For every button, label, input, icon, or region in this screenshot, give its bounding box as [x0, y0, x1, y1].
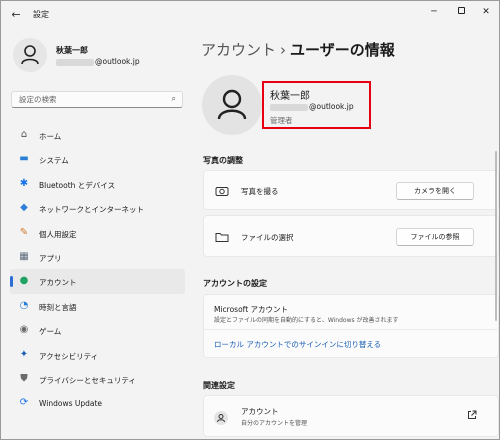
sidebar-item-label: プライバシーとセキュリティ — [39, 375, 136, 385]
accessibility-icon: ✦ — [19, 348, 29, 360]
windows-update-icon: ⟳ — [19, 397, 29, 409]
privacy-shield-icon: ⛊ — [20, 372, 28, 384]
sidebar-item[interactable]: ✦ アクセシビリティ — [10, 343, 185, 367]
title-bar: ← 設定 ─ ✕ — [1, 1, 499, 29]
sidebar-item[interactable]: ✱ Bluetooth とデバイス — [10, 172, 185, 196]
camera-label: 写真を撮る — [241, 187, 279, 196]
sidebar-item-label: ホーム — [39, 132, 62, 141]
sidebar-item-label: システム — [39, 156, 69, 166]
sidebar-item-label: Windows Update — [39, 399, 103, 409]
microsoft-account-description: 設定とファイルの同期を自動的にすると、Windows が改善されます — [214, 317, 399, 324]
sidebar-item[interactable]: ✎ 個人用設定 — [10, 221, 185, 245]
person-icon — [21, 45, 39, 65]
sidebar-item[interactable]: ◔ 時刻と言語 — [10, 294, 185, 318]
user-avatar — [202, 75, 262, 135]
sidebar-item-label: アクセシビリティ — [39, 351, 99, 361]
back-arrow-icon[interactable]: ← — [9, 8, 23, 22]
sidebar-item[interactable]: ▬ システム — [10, 147, 185, 171]
scrollbar[interactable] — [495, 151, 497, 321]
sidebar-item-label: ゲーム — [39, 327, 62, 337]
related-accounts-title: アカウント — [241, 407, 279, 416]
person-icon — [217, 89, 247, 120]
section-photo-title: 写真の調整 — [203, 156, 243, 165]
microsoft-account-card: Microsoft アカウント 設定とファイルの同期を自動的にすると、Windo… — [203, 294, 499, 358]
breadcrumb-current: ユーザーの情報 — [290, 41, 395, 59]
microsoft-account-title: Microsoft アカウント — [214, 305, 289, 314]
redacted-email — [270, 103, 308, 111]
related-accounts-description: 自分のアカウントを管理 — [241, 420, 308, 427]
file-label: ファイルの選択 — [241, 233, 294, 242]
accounts-icon: ● — [19, 275, 29, 287]
browse-files-button[interactable]: ファイルの参照 — [396, 228, 474, 246]
open-camera-button[interactable]: カメラを開く — [396, 182, 474, 200]
sidebar-item-label: Bluetooth とデバイス — [39, 180, 116, 190]
settings-search[interactable]: ⌕ — [11, 91, 183, 108]
user-email: @outlook.jp — [270, 102, 354, 111]
profile-name: 秋葉一郎 — [56, 46, 88, 55]
sidebar-item-label: 時刻と言語 — [39, 302, 77, 312]
settings-window: ← 設定 ─ ✕ 秋葉一郎 @outlook.jp ⌕ ⌂ ホーム ▬ システム ✱ Bl… — [0, 0, 500, 440]
sidebar-item[interactable]: ⌂ ホーム — [10, 123, 185, 147]
profile-email: @outlook.jp — [56, 57, 140, 66]
redacted-email — [56, 58, 94, 66]
page-title: アカウント › ユーザーの情報 — [201, 39, 395, 60]
breadcrumb-separator: › — [280, 41, 287, 59]
minimize-button[interactable]: ─ — [423, 4, 445, 20]
apps-icon: ▦ — [19, 250, 29, 262]
folder-icon — [215, 231, 229, 247]
sidebar-item[interactable]: ⟳ Windows Update — [10, 391, 185, 415]
search-input[interactable] — [12, 92, 162, 107]
window-title: 設定 — [33, 10, 49, 19]
section-account-settings-title: アカウントの設定 — [203, 279, 267, 288]
section-related-title: 関連設定 — [203, 381, 235, 390]
user-name: 秋葉一郎 — [270, 91, 310, 102]
system-icon: ▬ — [19, 153, 29, 165]
related-accounts-card[interactable]: アカウント 自分のアカウントを管理 — [203, 395, 499, 437]
close-button[interactable]: ✕ — [475, 4, 497, 20]
time-language-icon: ◔ — [19, 299, 29, 311]
account-icon — [214, 411, 228, 425]
sidebar-item[interactable]: ◆ ネットワークとインターネット — [10, 196, 185, 220]
sidebar-item-label: 個人用設定 — [39, 229, 77, 239]
bluetooth-icon: ✱ — [19, 177, 29, 189]
personalization-icon: ✎ — [19, 226, 29, 238]
search-icon: ⌕ — [171, 94, 176, 103]
sidebar-item[interactable]: ▦ アプリ — [10, 245, 185, 269]
user-role: 管理者 — [270, 116, 293, 125]
divider — [204, 329, 498, 330]
profile-email-suffix: @outlook.jp — [95, 57, 140, 66]
gaming-icon: ◉ — [19, 324, 29, 336]
switch-to-local-account-link[interactable]: ローカル アカウントでのサインインに切り替える — [214, 339, 381, 350]
sidebar-item[interactable]: ◉ ゲーム — [10, 318, 185, 342]
profile-avatar[interactable] — [13, 38, 47, 72]
breadcrumb-parent[interactable]: アカウント — [201, 41, 276, 59]
sidebar-item[interactable]: ● アカウント — [10, 269, 185, 294]
sidebar-nav: ⌂ ホーム ▬ システム ✱ Bluetooth とデバイス ◆ ネットワークとインターネット… — [10, 123, 185, 416]
network-icon: ◆ — [20, 202, 28, 214]
user-email-suffix: @outlook.jp — [309, 102, 354, 111]
maximize-icon — [457, 7, 465, 14]
sidebar-item-label: アカウント — [39, 278, 77, 288]
file-card: ファイルの選択 ファイルの参照 — [203, 215, 499, 257]
sidebar-item-label: アプリ — [39, 253, 62, 263]
maximize-button[interactable] — [450, 4, 472, 20]
sidebar-item-label: ネットワークとインターネット — [39, 205, 144, 215]
camera-card: 写真を撮る カメラを開く — [203, 170, 499, 210]
home-icon: ⌂ — [20, 129, 28, 140]
camera-icon — [215, 185, 229, 201]
sidebar-item[interactable]: ⛊ プライバシーとセキュリティ — [10, 367, 185, 391]
external-link-icon[interactable] — [467, 410, 477, 423]
